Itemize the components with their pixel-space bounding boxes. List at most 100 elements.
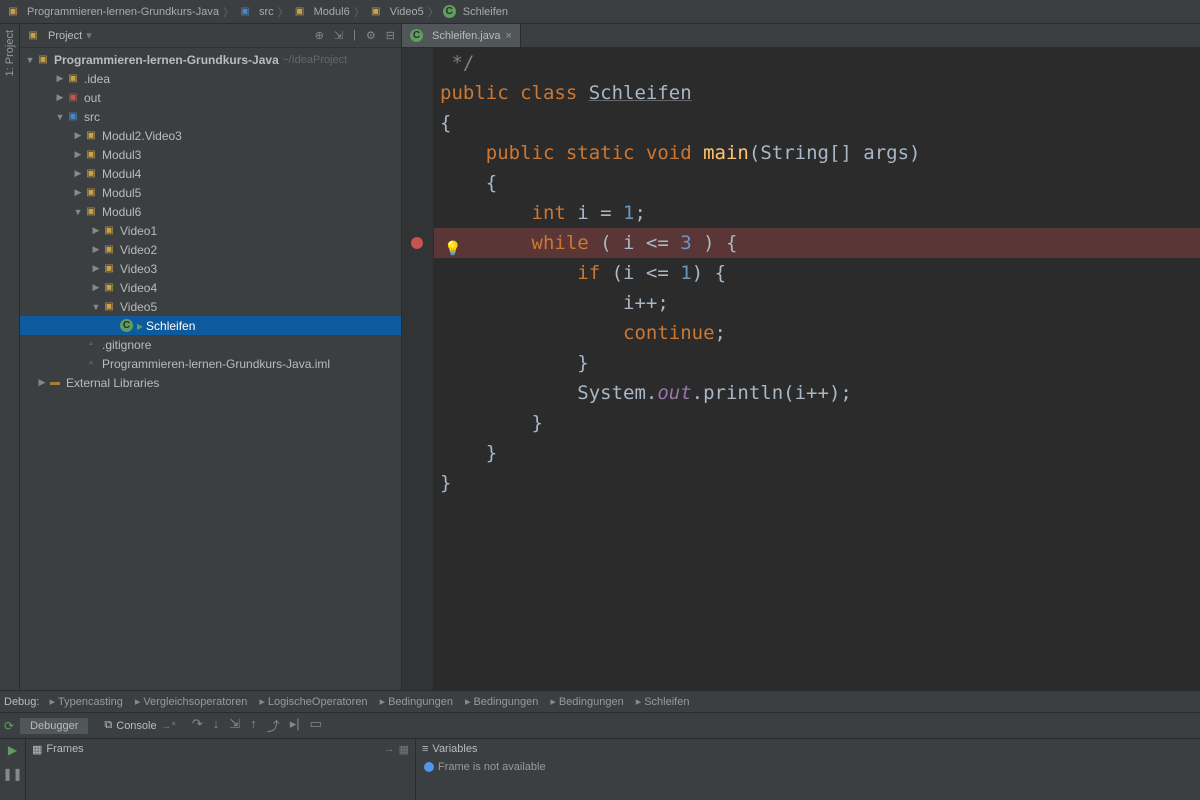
expand-arrow-icon[interactable]: ▶ <box>72 130 84 141</box>
tree-row[interactable]: ▫Programmieren-lernen-Grundkurs-Java.iml <box>20 354 401 373</box>
tree-row[interactable]: ▶▬ External Libraries <box>20 373 401 392</box>
project-panel: ▣ Project ▾ ⊕ ⇲ | ⚙ ⊟ ▼▣ Programmieren-l… <box>20 24 402 690</box>
expand-arrow-icon[interactable]: ▶ <box>90 225 102 236</box>
breakpoint-icon[interactable] <box>411 237 423 249</box>
folder-y-icon: ▣ <box>84 205 98 219</box>
run-config-item[interactable]: ▸Bedingungen <box>544 695 629 708</box>
step-over-icon[interactable]: ↷ <box>192 716 203 735</box>
run-config-item[interactable]: ▸LogischeOperatoren <box>253 695 373 708</box>
debug-label: Debug: <box>4 696 39 708</box>
debug-panel: Debug: ▸Typencasting▸Vergleichsoperatore… <box>0 690 1200 800</box>
tree-label: out <box>84 91 101 105</box>
expand-arrow-icon[interactable]: ▶ <box>54 92 66 103</box>
breadcrumb-item[interactable]: CSchleifen <box>443 5 508 18</box>
dropdown-icon[interactable]: ▾ <box>86 29 92 42</box>
collapse-icon[interactable]: ⇲ <box>334 29 343 42</box>
project-tree[interactable]: ▼▣ Programmieren-lernen-Grundkurs-Java ~… <box>20 48 401 690</box>
expand-arrow-icon[interactable]: ▶ <box>54 73 66 84</box>
tool-window-button-project[interactable]: 1: Project <box>4 30 16 76</box>
tree-label: Video3 <box>120 262 157 276</box>
expand-arrow-icon[interactable]: ▶ <box>90 282 102 293</box>
expand-arrow-icon[interactable]: ▶ <box>72 187 84 198</box>
tree-label: .gitignore <box>102 338 151 352</box>
breadcrumb-item[interactable]: ▣src <box>238 5 274 19</box>
info-icon <box>424 762 434 772</box>
hide-icon[interactable]: ⊟ <box>386 29 395 42</box>
file-icon: ▫ <box>84 338 98 352</box>
folder-y-icon: ▣ <box>84 167 98 181</box>
chevron-right-icon: 〉 <box>428 4 439 20</box>
evaluate-icon[interactable]: ▭ <box>310 716 322 735</box>
breadcrumb-item[interactable]: ▣Modul6 <box>293 5 350 19</box>
frames-header: ▦ Frames → ▦ <box>26 739 415 759</box>
tree-row[interactable]: ▶▣Modul4 <box>20 164 401 183</box>
run-config-item[interactable]: ▸Typencasting <box>43 695 128 708</box>
tab-debugger[interactable]: Debugger <box>20 718 88 734</box>
project-panel-header: ▣ Project ▾ ⊕ ⇲ | ⚙ ⊟ <box>20 24 401 48</box>
tree-row[interactable]: ▶▣Video2 <box>20 240 401 259</box>
gear-icon[interactable]: ⚙ <box>366 29 376 42</box>
step-into-force-icon[interactable]: ⇲ <box>229 716 240 735</box>
expand-arrow-icon[interactable]: ▶ <box>72 149 84 160</box>
chevron-right-icon: 〉 <box>354 4 365 20</box>
tree-row[interactable]: ▼▣ Modul6 <box>20 202 401 221</box>
tree-row[interactable]: ▶▣Video4 <box>20 278 401 297</box>
breadcrumb-item[interactable]: ▣Programmieren-lernen-Grundkurs-Java <box>6 5 219 19</box>
run-config-item[interactable]: ▸Bedingungen <box>459 695 544 708</box>
tree-row[interactable]: ▫ .gitignore <box>20 335 401 354</box>
tree-row[interactable]: ▶▣Modul3 <box>20 145 401 164</box>
frames-icon: ▦ <box>32 743 42 756</box>
filter-icon[interactable]: ▦ <box>399 743 409 756</box>
class-icon: C <box>120 319 133 332</box>
expand-arrow-icon[interactable]: ▼ <box>90 302 102 312</box>
tree-row[interactable]: C▸Schleifen <box>20 316 401 335</box>
resume-icon[interactable]: ▶ <box>8 743 17 757</box>
folder-y-icon: ▣ <box>84 148 98 162</box>
lib-icon: ▬ <box>48 376 62 390</box>
drop-frame-icon[interactable]: ⤴ <box>267 716 280 735</box>
folder-r-icon: ▣ <box>66 91 80 105</box>
project-icon: ▣ <box>26 29 40 43</box>
expand-arrow-icon[interactable]: ▼ <box>54 112 66 122</box>
divider: | <box>353 29 356 42</box>
tree-label: Video5 <box>120 300 157 314</box>
run-config-item[interactable]: ▸Schleifen <box>630 695 696 708</box>
expand-arrow-icon[interactable]: ▶ <box>90 244 102 255</box>
target-icon[interactable]: ⊕ <box>315 29 324 42</box>
tree-label: Video1 <box>120 224 157 238</box>
code-editor[interactable]: 💡 */ public class Schleifen { public sta… <box>402 48 1200 690</box>
editor-tab[interactable]: C Schleifen.java × <box>402 24 521 47</box>
tree-row[interactable]: ▶▣Modul2.Video3 <box>20 126 401 145</box>
tab-console[interactable]: ⧉Console→* <box>94 717 186 734</box>
expand-arrow-icon[interactable]: ▶ <box>72 168 84 179</box>
folder-y-icon: ▣ <box>66 72 80 86</box>
folder-y-icon: ▣ <box>102 262 116 276</box>
step-into-icon[interactable]: ↓ <box>213 716 220 735</box>
tree-row[interactable]: ▶▣Video1 <box>20 221 401 240</box>
step-out-icon[interactable]: ↑ <box>250 716 257 735</box>
tree-label: Modul6 <box>102 205 141 219</box>
editor-gutter[interactable] <box>402 48 434 690</box>
tree-row[interactable]: ▶▣ Video3 <box>20 259 401 278</box>
expand-arrow-icon[interactable]: ▶ <box>90 263 102 274</box>
expand-arrow-icon[interactable]: ▼ <box>72 207 84 217</box>
class-icon: C <box>410 29 423 42</box>
pause-icon[interactable]: ❚❚ <box>2 767 22 781</box>
tree-root[interactable]: ▼▣ Programmieren-lernen-Grundkurs-Java ~… <box>20 50 401 69</box>
tree-label: Schleifen <box>146 319 195 333</box>
run-config-item[interactable]: ▸Bedingungen <box>374 695 459 708</box>
prev-icon[interactable]: → <box>384 743 395 755</box>
rerun-icon[interactable]: ⟳ <box>4 719 14 733</box>
run-to-cursor-icon[interactable]: ▸| <box>290 716 300 735</box>
breadcrumb-item[interactable]: ▣Video5 <box>369 5 424 19</box>
tree-label: External Libraries <box>66 376 159 390</box>
expand-arrow-icon[interactable]: ▶ <box>36 377 48 388</box>
folder-y-icon: ▣ <box>84 186 98 200</box>
tree-row[interactable]: ▶▣.idea <box>20 69 401 88</box>
tree-row[interactable]: ▶▣Modul5 <box>20 183 401 202</box>
close-icon[interactable]: × <box>506 30 512 42</box>
tree-row[interactable]: ▼▣src <box>20 107 401 126</box>
tree-row[interactable]: ▼▣Video5 <box>20 297 401 316</box>
run-config-item[interactable]: ▸Vergleichsoperatoren <box>129 695 254 708</box>
tree-row[interactable]: ▶▣ out <box>20 88 401 107</box>
